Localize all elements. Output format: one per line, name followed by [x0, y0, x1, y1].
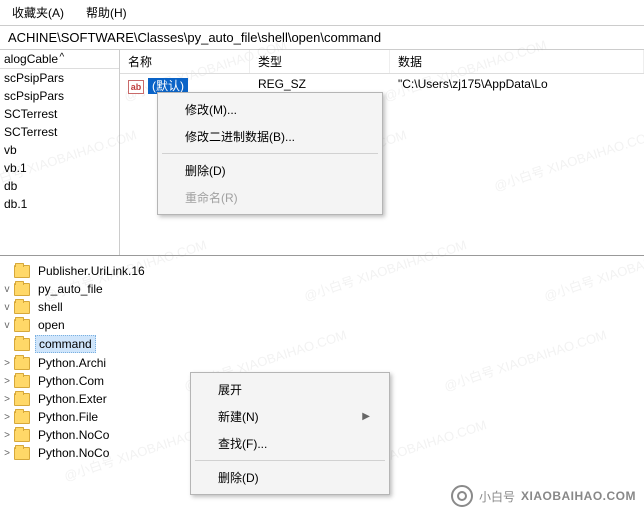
- folder-icon: [14, 411, 30, 424]
- menu-rename[interactable]: 重命名(R): [161, 184, 379, 211]
- watermark-en: XIAOBAIHAO.COM: [521, 489, 636, 503]
- twisty-icon[interactable]: >: [0, 412, 14, 423]
- twisty-icon[interactable]: >: [0, 376, 14, 387]
- tree-node[interactable]: >Python.Archi: [0, 354, 644, 372]
- key-tree-panel: alogCable^ scPsipPars scPsipPars SCTerre…: [0, 50, 120, 255]
- watermark-cn: 小白号: [479, 488, 515, 505]
- tree-item[interactable]: scPsipPars: [0, 87, 119, 105]
- menu-modify[interactable]: 修改(M)...: [161, 96, 379, 123]
- watermark-logo: 小白号 XIAOBAIHAO.COM: [451, 485, 636, 507]
- submenu-arrow-icon: ▶: [362, 411, 370, 422]
- folder-icon: [14, 301, 30, 314]
- menu-delete[interactable]: 删除(D): [194, 464, 386, 491]
- address-bar[interactable]: ACHINE\SOFTWARE\Classes\py_auto_file\she…: [0, 26, 644, 50]
- tree-node[interactable]: vopen: [0, 316, 644, 334]
- menu-find[interactable]: 查找(F)...: [194, 430, 386, 457]
- menu-favorites[interactable]: 收藏夹(A): [8, 2, 68, 23]
- column-name[interactable]: 名称: [120, 50, 250, 73]
- key-context-menu: 展开 新建(N)▶ 查找(F)... 删除(D): [190, 372, 390, 495]
- folder-icon: [14, 357, 30, 370]
- column-type[interactable]: 类型: [250, 50, 390, 73]
- tree-node[interactable]: vshell: [0, 298, 644, 316]
- folder-icon: [14, 265, 30, 278]
- menu-new[interactable]: 新建(N)▶: [194, 403, 386, 430]
- twisty-icon[interactable]: v: [0, 320, 14, 331]
- menu-modify-binary[interactable]: 修改二进制数据(B)...: [161, 123, 379, 150]
- list-header: 名称 类型 数据: [120, 50, 644, 74]
- folder-icon: [14, 447, 30, 460]
- string-value-icon: ab: [128, 80, 144, 94]
- value-data: "C:\Users\zj175\AppData\Lo: [390, 74, 644, 97]
- menu-help[interactable]: 帮助(H): [82, 2, 131, 23]
- twisty-icon[interactable]: >: [0, 394, 14, 405]
- tree-item[interactable]: vb: [0, 141, 119, 159]
- twisty-icon[interactable]: >: [0, 358, 14, 369]
- column-data[interactable]: 数据: [390, 50, 644, 73]
- tree-item[interactable]: db.1: [0, 195, 119, 213]
- tree-node-selected[interactable]: command: [0, 334, 644, 354]
- menu-expand[interactable]: 展开: [194, 376, 386, 403]
- folder-icon: [14, 338, 30, 351]
- broadcast-icon: [451, 485, 473, 507]
- twisty-icon[interactable]: >: [0, 430, 14, 441]
- tree-item[interactable]: SCTerrest: [0, 123, 119, 141]
- folder-icon: [14, 393, 30, 406]
- folder-icon: [14, 429, 30, 442]
- value-context-menu: 修改(M)... 修改二进制数据(B)... 删除(D) 重命名(R): [157, 92, 383, 215]
- sort-indicator-icon: ^: [60, 52, 116, 66]
- twisty-icon[interactable]: v: [0, 284, 14, 295]
- tree-item[interactable]: db: [0, 177, 119, 195]
- twisty-icon[interactable]: >: [0, 448, 14, 459]
- tree-item[interactable]: vb.1: [0, 159, 119, 177]
- menu-delete[interactable]: 删除(D): [161, 157, 379, 184]
- menu-bar: 收藏夹(A) 帮助(H): [0, 0, 644, 26]
- folder-icon: [14, 375, 30, 388]
- tree-node[interactable]: vpy_auto_file: [0, 280, 644, 298]
- tree-item[interactable]: scPsipPars: [0, 69, 119, 87]
- tree-node[interactable]: Publisher.UriLink.16: [0, 262, 644, 280]
- tree-item[interactable]: SCTerrest: [0, 105, 119, 123]
- folder-icon: [14, 319, 30, 332]
- tree-header[interactable]: alogCable^: [0, 50, 119, 69]
- twisty-icon[interactable]: v: [0, 302, 14, 313]
- folder-icon: [14, 283, 30, 296]
